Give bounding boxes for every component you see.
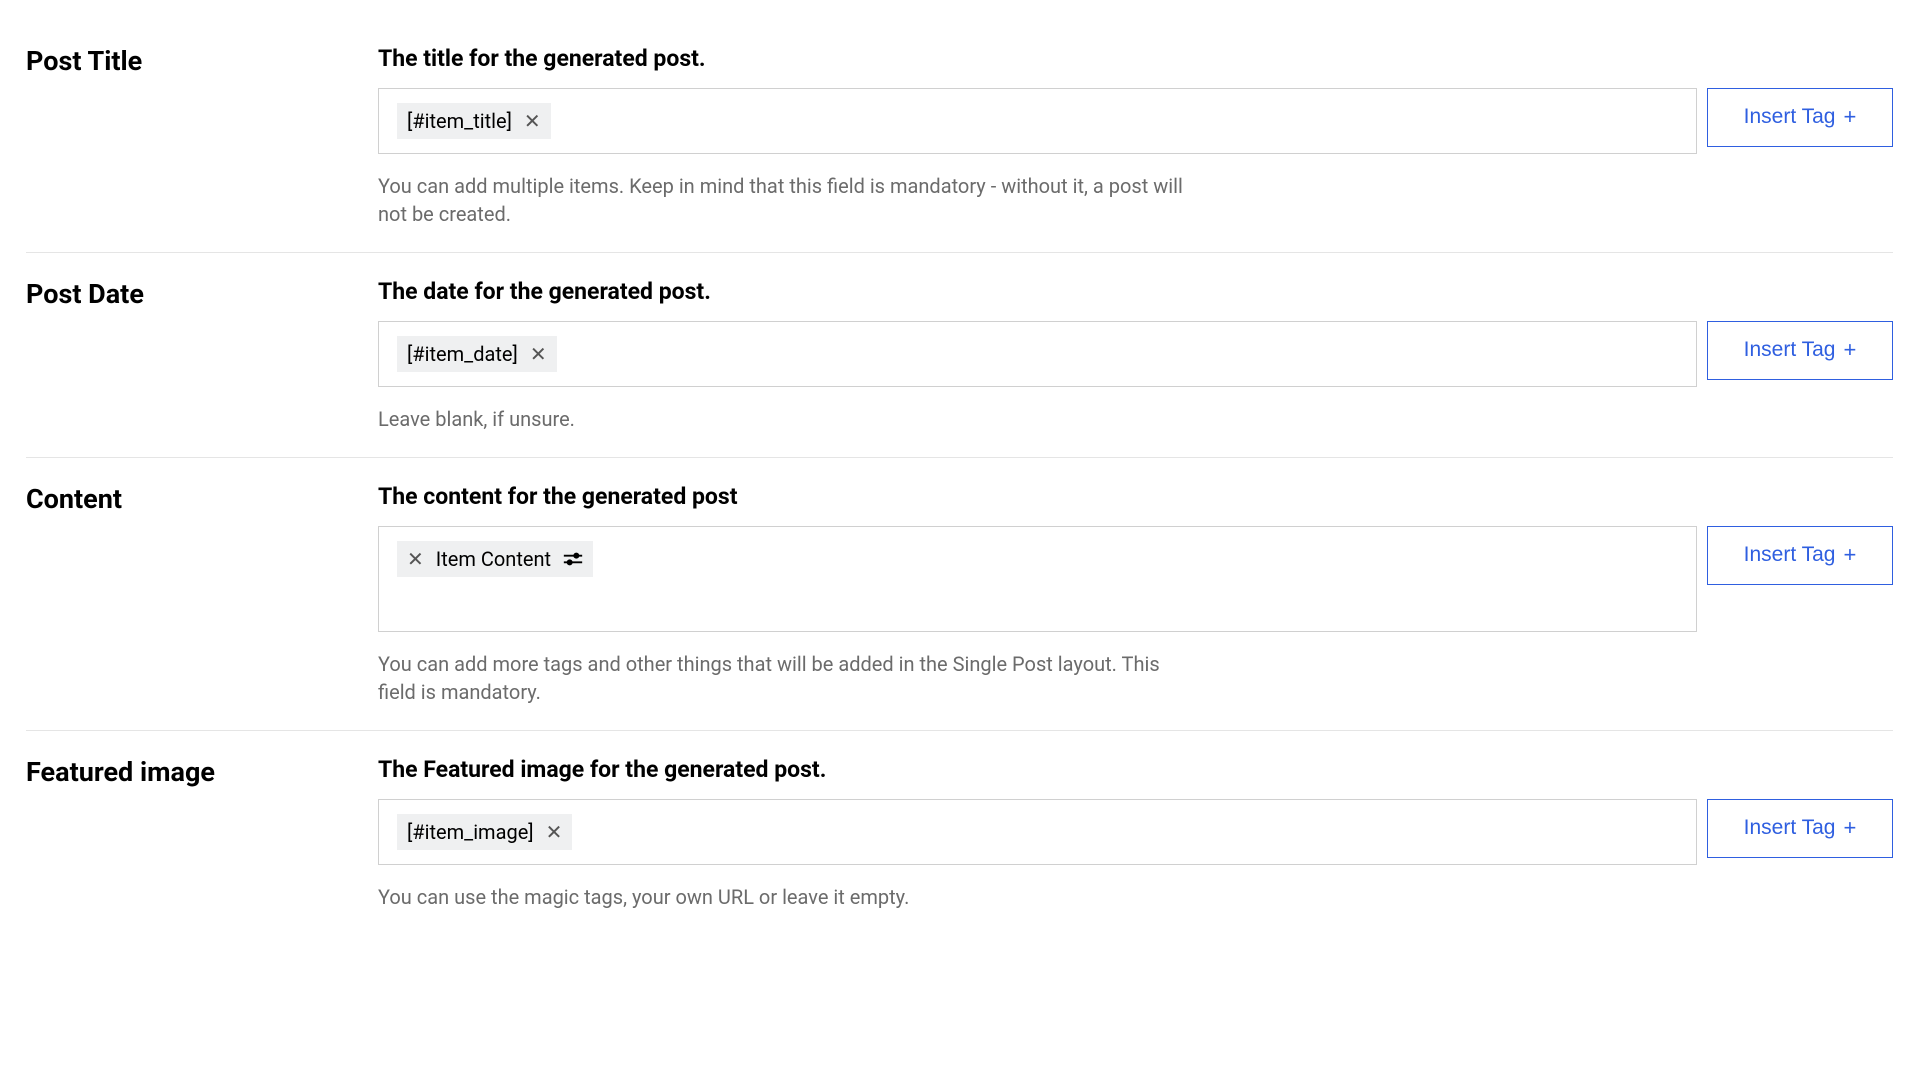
insert-tag-button[interactable]: Insert Tag + <box>1707 88 1893 147</box>
insert-tag-button[interactable]: Insert Tag + <box>1707 321 1893 380</box>
tag-chip-item-content[interactable]: ✕ Item Content <box>397 541 593 577</box>
close-icon[interactable]: ✕ <box>546 822 563 842</box>
field-row-post-date: Post Date The date for the generated pos… <box>26 253 1893 458</box>
field-row-post-title: Post Title The title for the generated p… <box>26 20 1893 253</box>
field-label-col: Content <box>26 482 378 706</box>
field-content-col: The Featured image for the generated pos… <box>378 755 1893 911</box>
plus-icon: + <box>1843 106 1856 128</box>
input-row: [#item_title] ✕ Insert Tag + <box>378 88 1893 154</box>
post-date-description: The date for the generated post. <box>378 277 1893 307</box>
insert-tag-button[interactable]: Insert Tag + <box>1707 526 1893 585</box>
field-content-col: The content for the generated post ✕ Ite… <box>378 482 1893 706</box>
content-help: You can add more tags and other things t… <box>378 650 1198 706</box>
post-date-label: Post Date <box>26 277 378 312</box>
tag-chip-text: Item Content <box>436 547 551 571</box>
tag-chip-item-title[interactable]: [#item_title] ✕ <box>397 103 551 139</box>
featured-image-help: You can use the magic tags, your own URL… <box>378 883 1198 911</box>
tag-chip-text: [#item_date] <box>407 342 518 366</box>
field-row-content: Content The content for the generated po… <box>26 458 1893 731</box>
input-row: [#item_date] ✕ Insert Tag + <box>378 321 1893 387</box>
content-description: The content for the generated post <box>378 482 1893 512</box>
plus-icon: + <box>1843 817 1856 839</box>
tag-chip-item-image[interactable]: [#item_image] ✕ <box>397 814 572 850</box>
insert-tag-label: Insert Tag <box>1744 338 1836 362</box>
plus-icon: + <box>1843 544 1856 566</box>
close-icon[interactable]: ✕ <box>407 549 424 569</box>
post-title-label: Post Title <box>26 44 378 79</box>
close-icon[interactable]: ✕ <box>524 111 541 131</box>
field-label-col: Post Date <box>26 277 378 433</box>
insert-tag-label: Insert Tag <box>1744 816 1836 840</box>
sliders-icon[interactable] <box>563 551 583 567</box>
post-title-help: You can add multiple items. Keep in mind… <box>378 172 1198 228</box>
tag-chip-text: [#item_image] <box>407 820 534 844</box>
post-date-input[interactable]: [#item_date] ✕ <box>378 321 1697 387</box>
tag-chip-text: [#item_title] <box>407 109 512 133</box>
post-date-help: Leave blank, if unsure. <box>378 405 1198 433</box>
tag-chip-item-date[interactable]: [#item_date] ✕ <box>397 336 557 372</box>
post-title-description: The title for the generated post. <box>378 44 1893 74</box>
content-label: Content <box>26 482 378 517</box>
plus-icon: + <box>1843 339 1856 361</box>
input-row: [#item_image] ✕ Insert Tag + <box>378 799 1893 865</box>
field-content-col: The title for the generated post. [#item… <box>378 44 1893 228</box>
featured-image-description: The Featured image for the generated pos… <box>378 755 1893 785</box>
field-label-col: Featured image <box>26 755 378 911</box>
post-title-input[interactable]: [#item_title] ✕ <box>378 88 1697 154</box>
featured-image-input[interactable]: [#item_image] ✕ <box>378 799 1697 865</box>
field-label-col: Post Title <box>26 44 378 228</box>
insert-tag-button[interactable]: Insert Tag + <box>1707 799 1893 858</box>
close-icon[interactable]: ✕ <box>530 344 547 364</box>
insert-tag-label: Insert Tag <box>1744 543 1836 567</box>
field-content-col: The date for the generated post. [#item_… <box>378 277 1893 433</box>
featured-image-label: Featured image <box>26 755 378 790</box>
content-input[interactable]: ✕ Item Content <box>378 526 1697 632</box>
field-row-featured-image: Featured image The Featured image for th… <box>26 731 1893 935</box>
input-row: ✕ Item Content Insert Tag + <box>378 526 1893 632</box>
insert-tag-label: Insert Tag <box>1744 105 1836 129</box>
